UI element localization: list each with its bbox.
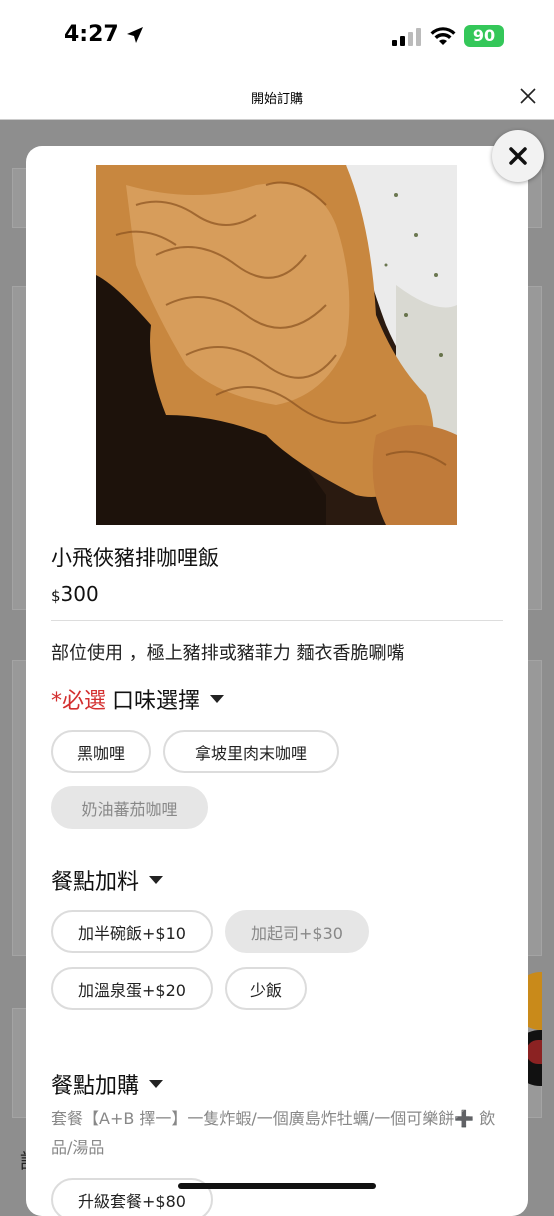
caret-down-icon	[210, 695, 225, 703]
option-chip[interactable]: 少飯	[225, 967, 307, 1010]
currency-symbol: $	[51, 587, 61, 605]
home-indicator	[178, 1183, 376, 1189]
divider	[51, 620, 503, 621]
item-description: 部位使用 ，極上豬排或豬菲力 麵衣香脆唰嘴	[51, 643, 405, 664]
modal-close-button[interactable]	[492, 130, 544, 182]
item-title: 小飛俠豬排咖哩飯	[51, 546, 219, 570]
location-arrow-icon	[126, 26, 143, 43]
option-chip[interactable]: 拿坡里肉末咖哩	[163, 730, 339, 773]
battery-indicator: 90	[464, 25, 504, 47]
option-chip-disabled: 奶油蕃茄咖哩	[51, 786, 208, 829]
section-title: 口味選擇	[112, 689, 201, 714]
section-title: 餐點加購	[51, 1074, 140, 1099]
nav-title: 開始訂購	[250, 92, 303, 107]
addons-description: 套餐【A+B 擇一】一隻炸蝦/一個廣島炸牡蠣/一個可樂餅➕ 飲品/湯品	[51, 1109, 496, 1157]
caret-down-icon	[149, 876, 164, 884]
cellular-signal-icon	[392, 28, 421, 46]
option-chip-disabled: 加起司+$30	[225, 910, 369, 953]
required-label: *必選	[51, 689, 107, 714]
section-title: 餐點加料	[51, 870, 140, 895]
addons-section-header[interactable]: 餐點加購	[51, 1068, 164, 1100]
option-chip[interactable]: 黑咖哩	[51, 730, 151, 773]
item-photo	[96, 165, 457, 525]
close-icon	[509, 147, 527, 165]
food-image	[96, 165, 457, 525]
option-chip[interactable]: 加半碗飯+$10	[51, 910, 213, 953]
close-icon[interactable]	[516, 84, 540, 108]
status-bar: 4:27 90	[0, 0, 554, 74]
status-time: 4:27	[64, 22, 145, 47]
caret-down-icon	[149, 1080, 164, 1088]
item-price: $300	[51, 582, 99, 606]
nav-bar: 開始訂購	[0, 74, 554, 120]
wifi-icon	[430, 27, 456, 45]
flavor-section-header[interactable]: *必選 口味選擇	[51, 683, 225, 715]
option-chip[interactable]: 加溫泉蛋+$20	[51, 967, 213, 1010]
toppings-section-header[interactable]: 餐點加料	[51, 864, 164, 896]
price-value: 300	[60, 582, 99, 606]
item-detail-modal: 小飛俠豬排咖哩飯 $300 部位使用 ，極上豬排或豬菲力 麵衣香脆唰嘴 *必選 …	[26, 146, 528, 1216]
